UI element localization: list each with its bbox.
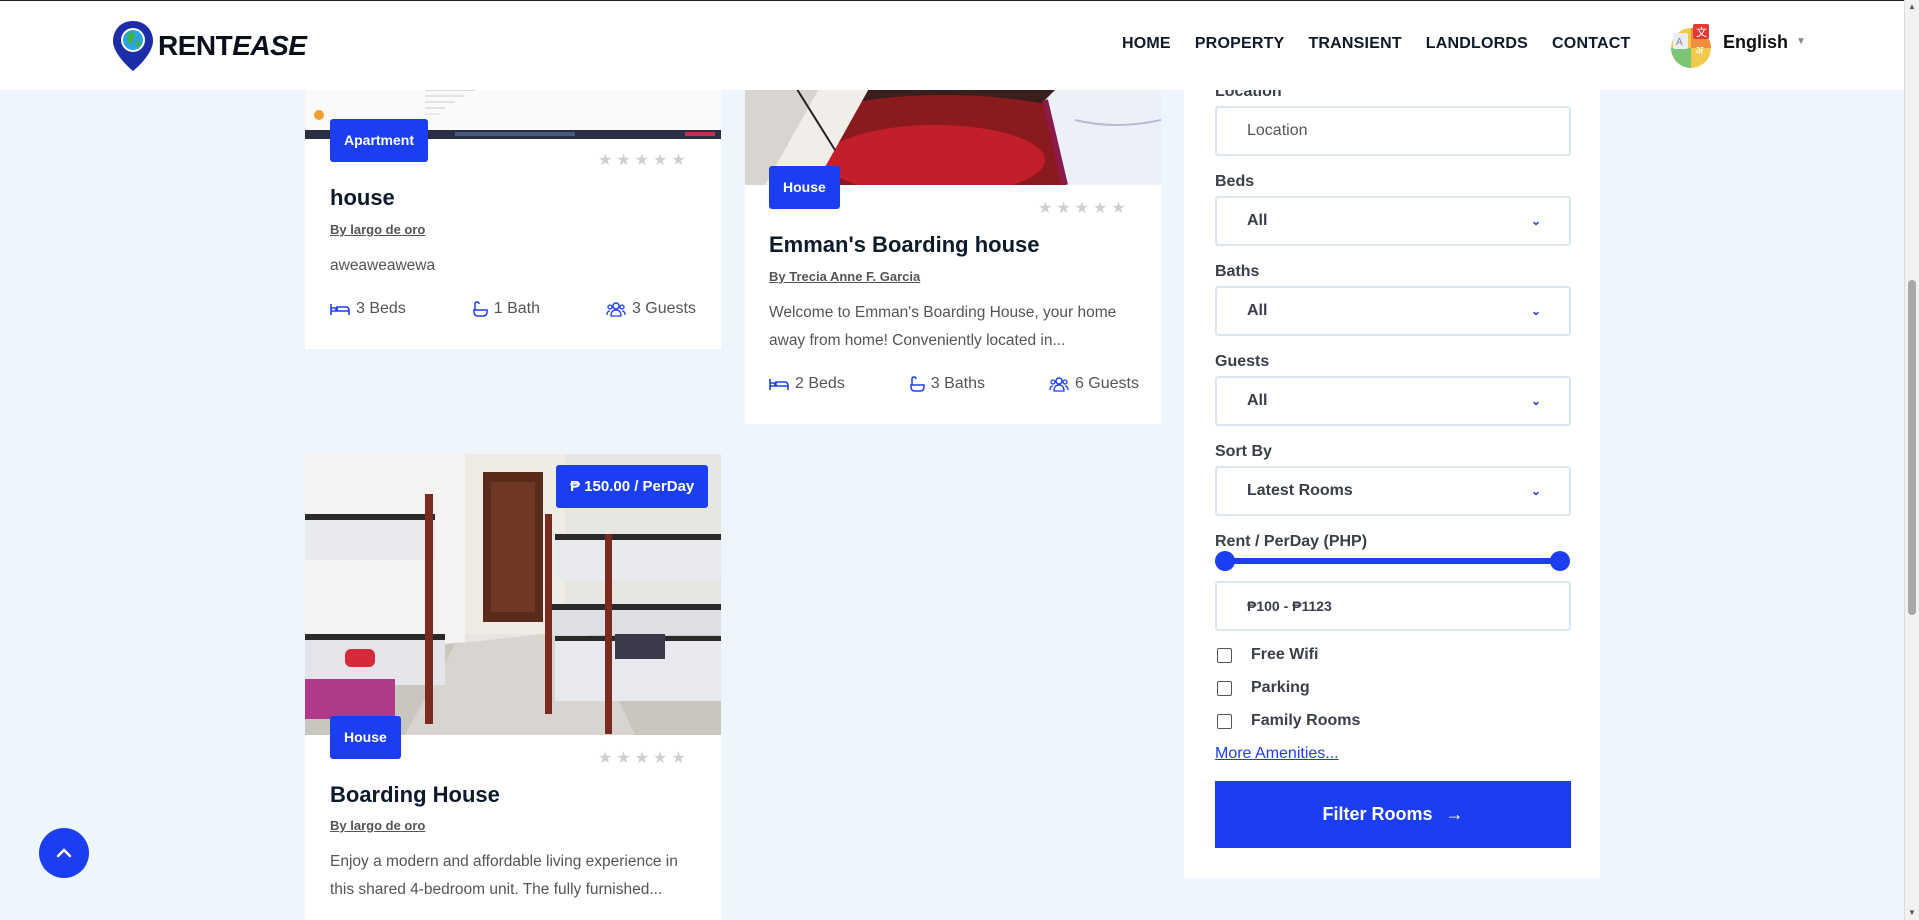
translate-icon: A 文 अ (1669, 23, 1713, 69)
property-card[interactable]: Apartment ★ ★ ★ ★ ★ house By largo de or… (305, 60, 721, 349)
guests-label: Guests (1215, 353, 1270, 370)
rent-range-slider[interactable] (1224, 558, 1560, 564)
property-amenities: 3 Beds 1 Bath 3 Guests (330, 300, 696, 318)
sort-select[interactable]: Latest Rooms ⌄ (1215, 466, 1571, 516)
scroll-up-arrow-icon[interactable]: ▲ (1908, 3, 1916, 11)
nav-transient[interactable]: TRANSIENT (1308, 35, 1401, 53)
site-header: RENTEASE HOME PROPERTY TRANSIENT LANDLOR… (0, 0, 1904, 90)
scrollbar-thumb[interactable] (1908, 280, 1916, 615)
bath-icon (473, 301, 488, 317)
main-nav: HOME PROPERTY TRANSIENT LANDLORDS CONTAC… (1122, 35, 1654, 53)
page-scrollbar[interactable]: ▲ ▼ (1904, 0, 1919, 920)
star-icon: ★ (671, 750, 686, 767)
baths-label: Baths (1215, 263, 1260, 280)
logo-wordmark: RENTEASE (158, 30, 307, 61)
property-amenities: 2 Beds 3 Baths 6 Guests (769, 375, 1139, 393)
map-pin-logo-icon (110, 19, 156, 73)
star-icon: ★ (1056, 200, 1071, 217)
back-to-top-button[interactable] (39, 828, 89, 878)
language-selector[interactable]: A 文 अ English ▼ (1669, 23, 1806, 69)
rent-label: Rent / PerDay (PHP) (1215, 533, 1368, 550)
beds-label: Beds (1215, 173, 1255, 190)
property-description: Welcome to Emman's Boarding House, your … (769, 304, 1117, 349)
chevron-down-icon: ⌄ (1530, 394, 1541, 408)
property-card[interactable]: House ★ ★ ★ ★ ★ Emman's Boarding house B… (745, 60, 1161, 424)
property-author-link[interactable]: By largo de oro (330, 818, 425, 833)
baths-info: 1 Bath (472, 300, 540, 318)
property-type-badge: House (769, 166, 840, 209)
rating-stars: ★ ★ ★ ★ ★ (598, 150, 686, 170)
property-author-link[interactable]: By largo de oro (330, 222, 425, 237)
beds-info: 3 Beds (330, 300, 406, 318)
filter-rooms-button[interactable]: Filter Rooms → (1215, 781, 1571, 848)
bed-icon (330, 304, 350, 315)
price-badge: ₱ 150.00 / PerDay (556, 465, 709, 508)
amenity-parking[interactable]: Parking (1217, 679, 1310, 697)
amenity-free-wifi[interactable]: Free Wifi (1217, 646, 1318, 664)
users-icon (1049, 377, 1069, 392)
checkbox[interactable] (1217, 647, 1232, 663)
property-card[interactable]: ₱ 150.00 / PerDay House ★ ★ ★ ★ ★ Boardi… (305, 454, 721, 920)
star-icon: ★ (671, 152, 686, 169)
star-icon: ★ (634, 152, 650, 169)
chevron-down-icon: ⌄ (1530, 214, 1541, 228)
rating-stars: ★ ★ ★ ★ ★ (1038, 198, 1126, 218)
property-title[interactable]: Boarding House (330, 782, 500, 808)
property-description: aweaweawewa (330, 257, 436, 274)
users-icon (606, 302, 626, 317)
property-type-badge: House (330, 716, 401, 759)
arrow-right-icon: → (1445, 804, 1464, 824)
star-icon: ★ (1074, 200, 1090, 217)
beds-select[interactable]: All ⌄ (1215, 196, 1571, 246)
property-type-badge: Apartment (330, 119, 429, 162)
chevron-up-icon (56, 848, 72, 858)
property-title[interactable]: Emman's Boarding house (769, 232, 1040, 258)
nav-home[interactable]: HOME (1122, 35, 1171, 53)
star-icon: ★ (1111, 200, 1126, 217)
bed-icon (769, 379, 789, 390)
site-logo[interactable]: RENTEASE (110, 19, 307, 73)
guests-info: 3 Guests (606, 300, 696, 318)
scroll-down-arrow-icon[interactable]: ▼ (1908, 909, 1916, 917)
checkbox[interactable] (1217, 713, 1232, 729)
property-description: Enjoy a modern and affordable living exp… (330, 853, 678, 898)
star-icon: ★ (634, 750, 650, 767)
svg-text:अ: अ (1695, 44, 1704, 57)
slider-max-handle[interactable] (1550, 551, 1570, 571)
svg-text:文: 文 (1696, 25, 1707, 39)
chevron-down-icon: ⌄ (1530, 484, 1541, 498)
svg-text:A: A (1676, 37, 1683, 48)
language-label: English (1723, 32, 1789, 52)
star-icon: ★ (653, 152, 668, 169)
sort-label: Sort By (1215, 443, 1272, 460)
amenity-family-rooms[interactable]: Family Rooms (1217, 712, 1360, 730)
star-icon: ★ (598, 750, 613, 767)
bath-icon (910, 376, 925, 392)
star-icon: ★ (616, 750, 631, 767)
guests-info: 6 Guests (1049, 375, 1139, 393)
property-title[interactable]: house (330, 185, 395, 211)
nav-property[interactable]: PROPERTY (1195, 35, 1285, 53)
nav-contact[interactable]: CONTACT (1552, 35, 1630, 53)
star-icon: ★ (598, 152, 613, 169)
star-icon: ★ (616, 152, 631, 169)
checkbox[interactable] (1217, 680, 1232, 696)
nav-landlords[interactable]: LANDLORDS (1426, 35, 1528, 53)
star-icon: ★ (1093, 200, 1108, 217)
rating-stars: ★ ★ ★ ★ ★ (598, 748, 686, 768)
baths-select[interactable]: All ⌄ (1215, 286, 1571, 336)
star-icon: ★ (653, 750, 668, 767)
chevron-down-icon: ▼ (1796, 36, 1806, 47)
location-input[interactable]: Location (1215, 106, 1571, 156)
guests-select[interactable]: All ⌄ (1215, 376, 1571, 426)
beds-info: 2 Beds (769, 375, 845, 393)
rent-range-display: ₱100 - ₱1123 (1215, 581, 1571, 631)
chevron-down-icon: ⌄ (1530, 304, 1541, 318)
slider-min-handle[interactable] (1215, 551, 1235, 571)
star-icon: ★ (1038, 200, 1053, 217)
baths-info: 3 Baths (909, 375, 985, 393)
more-amenities-link[interactable]: More Amenities... (1215, 745, 1339, 763)
property-author-link[interactable]: By Trecia Anne F. Garcia (769, 269, 920, 284)
